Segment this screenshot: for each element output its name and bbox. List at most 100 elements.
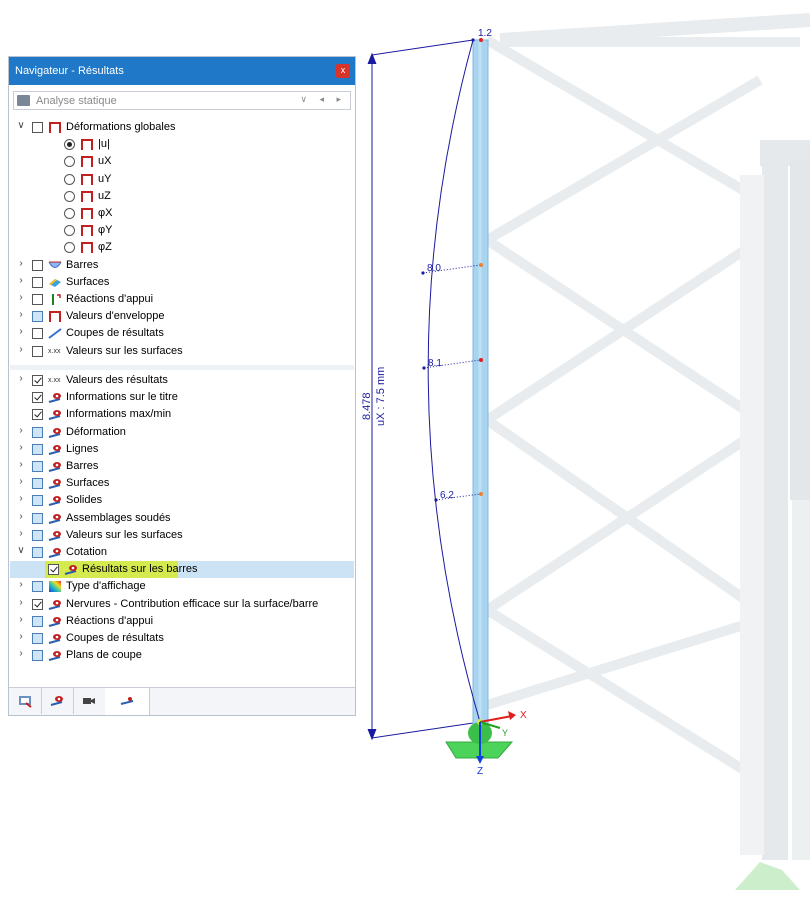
- tree-item-phiy[interactable]: φY: [10, 222, 354, 239]
- radio-button[interactable]: [64, 156, 75, 168]
- checkbox[interactable]: [32, 259, 43, 271]
- deform-icon: [80, 241, 94, 254]
- radio-button[interactable]: [64, 190, 75, 202]
- close-icon[interactable]: x: [336, 64, 350, 78]
- tree-item-lignes[interactable]: › Lignes: [10, 441, 354, 458]
- radio-button[interactable]: [64, 173, 75, 185]
- tree-item-ux[interactable]: uX: [10, 153, 354, 170]
- tree-item-uy[interactable]: uY: [10, 171, 354, 188]
- tab-results-icon[interactable]: [105, 688, 150, 715]
- checkbox[interactable]: [32, 495, 43, 507]
- tree-item-assemblages-soudes[interactable]: › Assemblages soudés: [10, 510, 354, 527]
- checkbox[interactable]: [32, 375, 43, 386]
- chevron-right-icon[interactable]: ›: [16, 344, 26, 355]
- tree-item-barres-display[interactable]: › Barres: [10, 458, 354, 475]
- data-icon: [18, 694, 32, 708]
- tree-item-informations-maxmin[interactable]: Informations max/min: [10, 406, 354, 423]
- checkbox[interactable]: [32, 461, 43, 472]
- tree-item-deformation[interactable]: › Déformation: [10, 424, 354, 441]
- tree-item-surfaces-display[interactable]: › Surfaces: [10, 475, 354, 492]
- tree-item-valeurs-surfaces-display[interactable]: › Valeurs sur les surfaces: [10, 527, 354, 544]
- radio-button[interactable]: [64, 242, 75, 254]
- chevron-down-icon[interactable]: ∨: [16, 120, 26, 131]
- navigator-titlebar[interactable]: Navigateur - Résultats x: [9, 57, 355, 85]
- chevron-right-icon[interactable]: ›: [16, 476, 26, 487]
- tree-item-uz[interactable]: uZ: [10, 188, 354, 205]
- tree-item-solides[interactable]: › Solides: [10, 492, 354, 509]
- chevron-down-icon[interactable]: ∨ ◂ ▸: [300, 94, 346, 105]
- tree-item-reactions-appui-display[interactable]: › Réactions d'appui: [10, 613, 354, 630]
- checkbox[interactable]: [32, 529, 43, 541]
- tree-item-cotation[interactable]: ∨ Cotation: [10, 544, 354, 561]
- chevron-right-icon[interactable]: ›: [16, 326, 26, 337]
- chevron-right-icon[interactable]: ›: [16, 631, 26, 642]
- chevron-right-icon[interactable]: ›: [16, 648, 26, 659]
- tab-data-icon[interactable]: [9, 688, 42, 714]
- checkbox[interactable]: [32, 443, 43, 455]
- chevron-right-icon[interactable]: ›: [16, 292, 26, 303]
- checkbox[interactable]: [32, 328, 43, 340]
- tab-view-icon[interactable]: [41, 688, 74, 714]
- deform-icon: [80, 190, 94, 203]
- tree-item-phix[interactable]: φX: [10, 205, 354, 222]
- checkbox[interactable]: [32, 294, 43, 305]
- checkbox[interactable]: [32, 122, 43, 133]
- tree-item-type-affichage[interactable]: › Type d'affichage: [10, 578, 354, 595]
- checkbox[interactable]: [32, 311, 43, 323]
- checkbox[interactable]: [32, 345, 43, 357]
- load-case-select[interactable]: Analyse statique ∨ ◂ ▸: [13, 91, 351, 110]
- tree-item-deformations-globales[interactable]: ∨ Déformations globales: [10, 119, 354, 136]
- checkbox[interactable]: [32, 276, 43, 288]
- chevron-right-icon[interactable]: ›: [16, 511, 26, 522]
- tree-item-u-abs[interactable]: |u|: [10, 136, 354, 153]
- chevron-right-icon[interactable]: ›: [16, 493, 26, 504]
- radio-button[interactable]: [64, 208, 75, 219]
- chevron-down-icon[interactable]: ∨: [16, 545, 26, 556]
- checkbox[interactable]: [32, 392, 43, 404]
- checkbox[interactable]: [32, 581, 43, 593]
- tree-item-resultats-barres[interactable]: Résultats sur les barres: [10, 561, 354, 579]
- checkbox[interactable]: [48, 564, 59, 576]
- checkbox[interactable]: [32, 615, 43, 627]
- tree-item-valeurs-resultats[interactable]: › x.xx Valeurs des résultats: [10, 372, 354, 389]
- chevron-right-icon[interactable]: ›: [16, 579, 26, 590]
- tree-item-barres[interactable]: › Barres: [10, 257, 354, 274]
- dimension-value-label: uX : 7.5 mm: [375, 367, 387, 426]
- tree-item-coupes-resultats-display[interactable]: › Coupes de résultats: [10, 630, 354, 647]
- value-label-2: 8.1: [428, 358, 442, 369]
- tree-item-label: Plans de coupe: [66, 649, 142, 662]
- tree-item-plans-coupe[interactable]: › Plans de coupe: [10, 647, 354, 664]
- chevron-right-icon[interactable]: ›: [16, 459, 26, 470]
- chevron-right-icon[interactable]: ›: [16, 258, 26, 269]
- tree-item-informations-titre[interactable]: Informations sur le titre: [10, 389, 354, 406]
- tab-camera-icon[interactable]: [73, 688, 106, 714]
- chevron-right-icon[interactable]: ›: [16, 373, 26, 384]
- chevron-right-icon[interactable]: ›: [16, 275, 26, 286]
- chevron-right-icon[interactable]: ›: [16, 597, 26, 608]
- chevron-right-icon[interactable]: ›: [16, 614, 26, 625]
- chevron-right-icon[interactable]: ›: [16, 309, 26, 320]
- radio-button[interactable]: [64, 225, 75, 237]
- tree-item-phiz[interactable]: φZ: [10, 239, 354, 256]
- checkbox[interactable]: [32, 426, 43, 438]
- tree-item-reactions-appui[interactable]: › Réactions d'appui: [10, 291, 354, 308]
- tree-item-valeurs-enveloppe[interactable]: › Valeurs d'enveloppe: [10, 308, 354, 325]
- tree-item-coupes-resultats[interactable]: › Coupes de résultats: [10, 325, 354, 342]
- tree-item-valeurs-surfaces[interactable]: › x.xx Valeurs sur les surfaces: [10, 343, 354, 360]
- checkbox[interactable]: [32, 478, 43, 490]
- radio-button[interactable]: [64, 139, 75, 151]
- tree-separator: [10, 365, 354, 370]
- checkbox[interactable]: [32, 409, 43, 421]
- chevron-right-icon[interactable]: ›: [16, 528, 26, 539]
- chevron-right-icon[interactable]: ›: [16, 425, 26, 436]
- tree-item-nervures[interactable]: › Nervures - Contribution efficace sur la…: [10, 596, 354, 613]
- tree-item-label: φZ: [98, 241, 112, 254]
- checkbox[interactable]: [32, 512, 43, 524]
- chevron-right-icon[interactable]: ›: [16, 442, 26, 453]
- checkbox[interactable]: [32, 650, 43, 662]
- tree-item-surfaces[interactable]: › Surfaces: [10, 274, 354, 291]
- checkbox[interactable]: [32, 547, 43, 558]
- checkbox[interactable]: [32, 633, 43, 644]
- colormap-icon: [48, 580, 62, 593]
- checkbox[interactable]: [32, 598, 43, 610]
